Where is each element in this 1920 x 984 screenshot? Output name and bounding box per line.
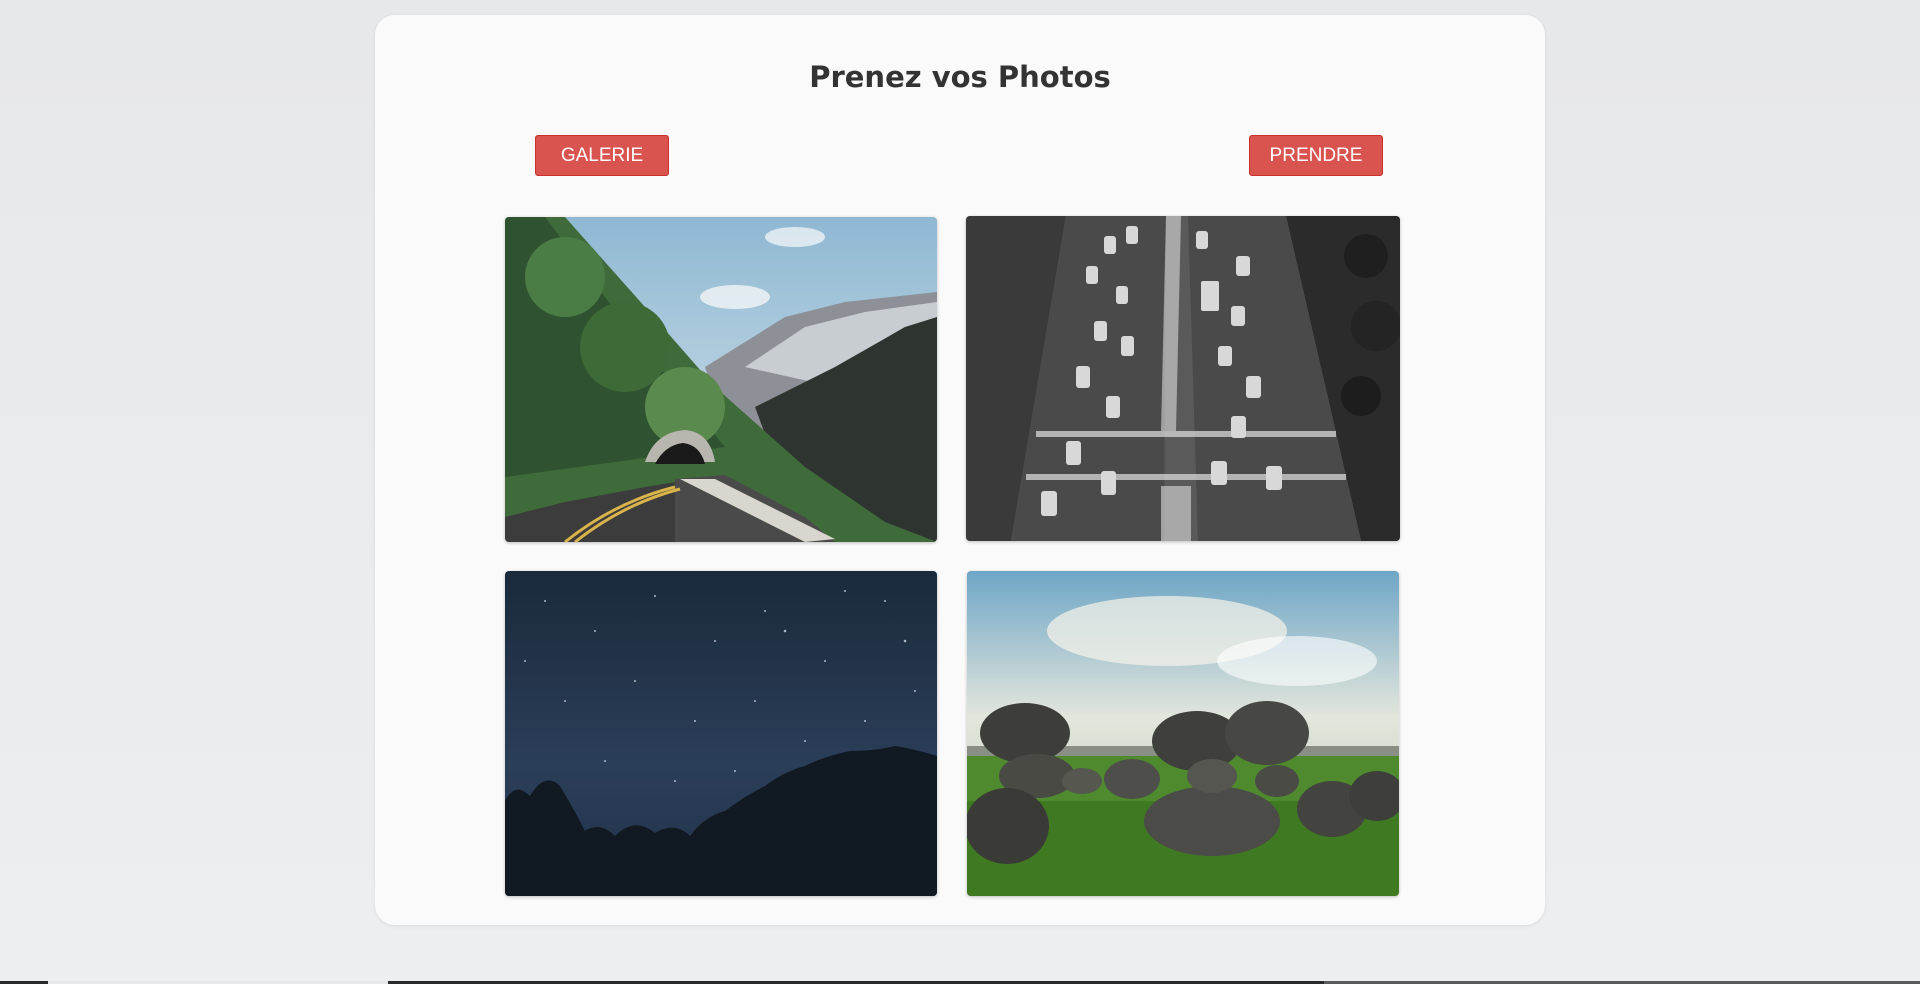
photo-night-sky-image	[505, 571, 937, 896]
page: Prenez vos Photos GALERIE PRENDRE	[0, 0, 1920, 984]
photo-traffic-avenue-image	[966, 216, 1400, 541]
photo-card: Prenez vos Photos GALERIE PRENDRE	[375, 15, 1545, 925]
gallery-button[interactable]: GALERIE	[535, 135, 669, 176]
page-title: Prenez vos Photos	[809, 60, 1111, 94]
photo-night-sky[interactable]	[505, 571, 937, 896]
photo-mountain-road[interactable]	[505, 217, 937, 542]
photo-boulders-image	[967, 571, 1399, 896]
photo-traffic-avenue[interactable]	[966, 216, 1400, 541]
photo-mountain-road-image	[505, 217, 937, 542]
take-photo-button[interactable]: PRENDRE	[1249, 135, 1383, 176]
photo-boulders[interactable]	[967, 571, 1399, 896]
